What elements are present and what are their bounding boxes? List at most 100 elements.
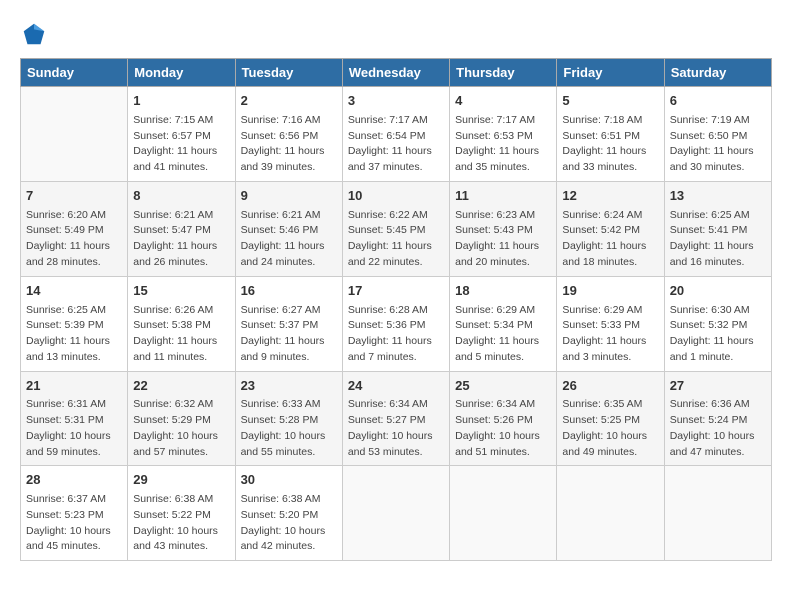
day-info: Sunrise: 6:28 AMSunset: 5:36 PMDaylight:… (348, 303, 444, 366)
day-info: Sunrise: 6:31 AMSunset: 5:31 PMDaylight:… (26, 397, 122, 460)
day-info: Sunrise: 6:21 AMSunset: 5:46 PMDaylight:… (241, 208, 337, 271)
week-row-4: 21Sunrise: 6:31 AMSunset: 5:31 PMDayligh… (21, 371, 772, 466)
calendar-cell: 23Sunrise: 6:33 AMSunset: 5:28 PMDayligh… (235, 371, 342, 466)
calendar-cell: 22Sunrise: 6:32 AMSunset: 5:29 PMDayligh… (128, 371, 235, 466)
day-info: Sunrise: 7:18 AMSunset: 6:51 PMDaylight:… (562, 113, 658, 176)
day-info: Sunrise: 6:25 AMSunset: 5:41 PMDaylight:… (670, 208, 766, 271)
day-number: 11 (455, 187, 551, 206)
day-info: Sunrise: 6:38 AMSunset: 5:22 PMDaylight:… (133, 492, 229, 555)
day-number: 16 (241, 282, 337, 301)
calendar-cell: 9Sunrise: 6:21 AMSunset: 5:46 PMDaylight… (235, 181, 342, 276)
calendar-cell (450, 466, 557, 561)
calendar-cell: 14 Sunrise: 6:25 AMSunset: 5:39 PMDayligh… (21, 276, 128, 371)
calendar-cell: 28 Sunrise: 6:37 AMSunset: 5:23 PMDayligh… (21, 466, 128, 561)
day-number: 25 (455, 377, 551, 396)
day-number: 13 (670, 187, 766, 206)
day-number: 23 (241, 377, 337, 396)
day-number: 14 (26, 282, 122, 301)
day-number: 4 (455, 92, 551, 111)
calendar-cell: 3 Sunrise: 7:17 AMSunset: 6:54 PMDaylight… (342, 87, 449, 182)
calendar-cell: 24Sunrise: 6:34 AMSunset: 5:27 PMDayligh… (342, 371, 449, 466)
calendar-cell: 8 Sunrise: 6:21 AMSunset: 5:47 PMDaylight… (128, 181, 235, 276)
calendar-cell: 11 Sunrise: 6:23 AMSunset: 5:43 PMDayligh… (450, 181, 557, 276)
day-info: Sunrise: 6:27 AMSunset: 5:37 PMDaylight:… (241, 303, 337, 366)
calendar-cell: 4 Sunrise: 7:17 AMSunset: 6:53 PMDaylight… (450, 87, 557, 182)
day-info: Sunrise: 6:38 AMSunset: 5:20 PMDaylight:… (241, 492, 337, 555)
calendar-cell: 15Sunrise: 6:26 AMSunset: 5:38 PMDayligh… (128, 276, 235, 371)
header-sunday: Sunday (21, 59, 128, 87)
calendar-cell: 27Sunrise: 6:36 AMSunset: 5:24 PMDayligh… (664, 371, 771, 466)
day-number: 6 (670, 92, 766, 111)
day-number: 7 (26, 187, 122, 206)
calendar-cell: 5 Sunrise: 7:18 AMSunset: 6:51 PMDaylight… (557, 87, 664, 182)
day-number: 10 (348, 187, 444, 206)
calendar-cell (664, 466, 771, 561)
day-info: Sunrise: 7:15 AMSunset: 6:57 PMDaylight:… (133, 113, 229, 176)
calendar-cell (21, 87, 128, 182)
day-number: 30 (241, 471, 337, 490)
day-info: Sunrise: 6:21 AMSunset: 5:47 PMDaylight:… (133, 208, 229, 271)
calendar-cell: 30 Sunrise: 6:38 AMSunset: 5:20 PMDayligh… (235, 466, 342, 561)
day-number: 17 (348, 282, 444, 301)
day-number: 12 (562, 187, 658, 206)
header-tuesday: Tuesday (235, 59, 342, 87)
calendar-cell: 6 Sunrise: 7:19 AMSunset: 6:50 PMDaylight… (664, 87, 771, 182)
day-info: Sunrise: 6:36 AMSunset: 5:24 PMDaylight:… (670, 397, 766, 460)
day-info: Sunrise: 7:19 AMSunset: 6:50 PMDaylight:… (670, 113, 766, 176)
header-friday: Friday (557, 59, 664, 87)
day-number: 28 (26, 471, 122, 490)
day-info: Sunrise: 6:25 AMSunset: 5:39 PMDaylight:… (26, 303, 122, 366)
day-number: 21 (26, 377, 122, 396)
day-number: 29 (133, 471, 229, 490)
calendar-cell: 7 Sunrise: 6:20 AMSunset: 5:49 PMDaylight… (21, 181, 128, 276)
day-number: 22 (133, 377, 229, 396)
day-info: Sunrise: 6:35 AMSunset: 5:25 PMDaylight:… (562, 397, 658, 460)
day-number: 26 (562, 377, 658, 396)
calendar-cell: 1 Sunrise: 7:15 AMSunset: 6:57 PMDaylight… (128, 87, 235, 182)
calendar-cell: 17 Sunrise: 6:28 AMSunset: 5:36 PMDayligh… (342, 276, 449, 371)
day-info: Sunrise: 6:33 AMSunset: 5:28 PMDaylight:… (241, 397, 337, 460)
day-info: Sunrise: 7:17 AMSunset: 6:54 PMDaylight:… (348, 113, 444, 176)
day-number: 1 (133, 92, 229, 111)
calendar-cell: 18 Sunrise: 6:29 AMSunset: 5:34 PMDayligh… (450, 276, 557, 371)
logo (20, 20, 52, 48)
calendar-cell: 2 Sunrise: 7:16 AMSunset: 6:56 PMDaylight… (235, 87, 342, 182)
day-info: Sunrise: 6:34 AMSunset: 5:27 PMDaylight:… (348, 397, 444, 460)
calendar-cell: 29 Sunrise: 6:38 AMSunset: 5:22 PMDayligh… (128, 466, 235, 561)
page-header (20, 20, 772, 48)
calendar-cell (342, 466, 449, 561)
week-row-5: 28 Sunrise: 6:37 AMSunset: 5:23 PMDayligh… (21, 466, 772, 561)
header-saturday: Saturday (664, 59, 771, 87)
calendar-cell (557, 466, 664, 561)
day-info: Sunrise: 6:23 AMSunset: 5:43 PMDaylight:… (455, 208, 551, 271)
day-info: Sunrise: 6:24 AMSunset: 5:42 PMDaylight:… (562, 208, 658, 271)
day-number: 24 (348, 377, 444, 396)
day-info: Sunrise: 6:29 AMSunset: 5:34 PMDaylight:… (455, 303, 551, 366)
week-row-3: 14 Sunrise: 6:25 AMSunset: 5:39 PMDayligh… (21, 276, 772, 371)
calendar-cell: 13 Sunrise: 6:25 AMSunset: 5:41 PMDayligh… (664, 181, 771, 276)
day-number: 15 (133, 282, 229, 301)
calendar-cell: 16 Sunrise: 6:27 AMSunset: 5:37 PMDayligh… (235, 276, 342, 371)
day-info: Sunrise: 6:20 AMSunset: 5:49 PMDaylight:… (26, 208, 122, 271)
day-number: 2 (241, 92, 337, 111)
calendar-cell: 26Sunrise: 6:35 AMSunset: 5:25 PMDayligh… (557, 371, 664, 466)
calendar-cell: 12 Sunrise: 6:24 AMSunset: 5:42 PMDayligh… (557, 181, 664, 276)
day-number: 19 (562, 282, 658, 301)
header-wednesday: Wednesday (342, 59, 449, 87)
week-row-1: 1 Sunrise: 7:15 AMSunset: 6:57 PMDaylight… (21, 87, 772, 182)
day-info: Sunrise: 6:22 AMSunset: 5:45 PMDaylight:… (348, 208, 444, 271)
week-row-2: 7 Sunrise: 6:20 AMSunset: 5:49 PMDaylight… (21, 181, 772, 276)
day-info: Sunrise: 6:32 AMSunset: 5:29 PMDaylight:… (133, 397, 229, 460)
day-info: Sunrise: 6:29 AMSunset: 5:33 PMDaylight:… (562, 303, 658, 366)
day-number: 8 (133, 187, 229, 206)
calendar-table: SundayMondayTuesdayWednesdayThursdayFrid… (20, 58, 772, 561)
day-number: 18 (455, 282, 551, 301)
day-number: 5 (562, 92, 658, 111)
day-info: Sunrise: 6:37 AMSunset: 5:23 PMDaylight:… (26, 492, 122, 555)
day-info: Sunrise: 7:17 AMSunset: 6:53 PMDaylight:… (455, 113, 551, 176)
day-number: 3 (348, 92, 444, 111)
day-info: Sunrise: 6:34 AMSunset: 5:26 PMDaylight:… (455, 397, 551, 460)
calendar-header-row: SundayMondayTuesdayWednesdayThursdayFrid… (21, 59, 772, 87)
header-thursday: Thursday (450, 59, 557, 87)
day-info: Sunrise: 7:16 AMSunset: 6:56 PMDaylight:… (241, 113, 337, 176)
